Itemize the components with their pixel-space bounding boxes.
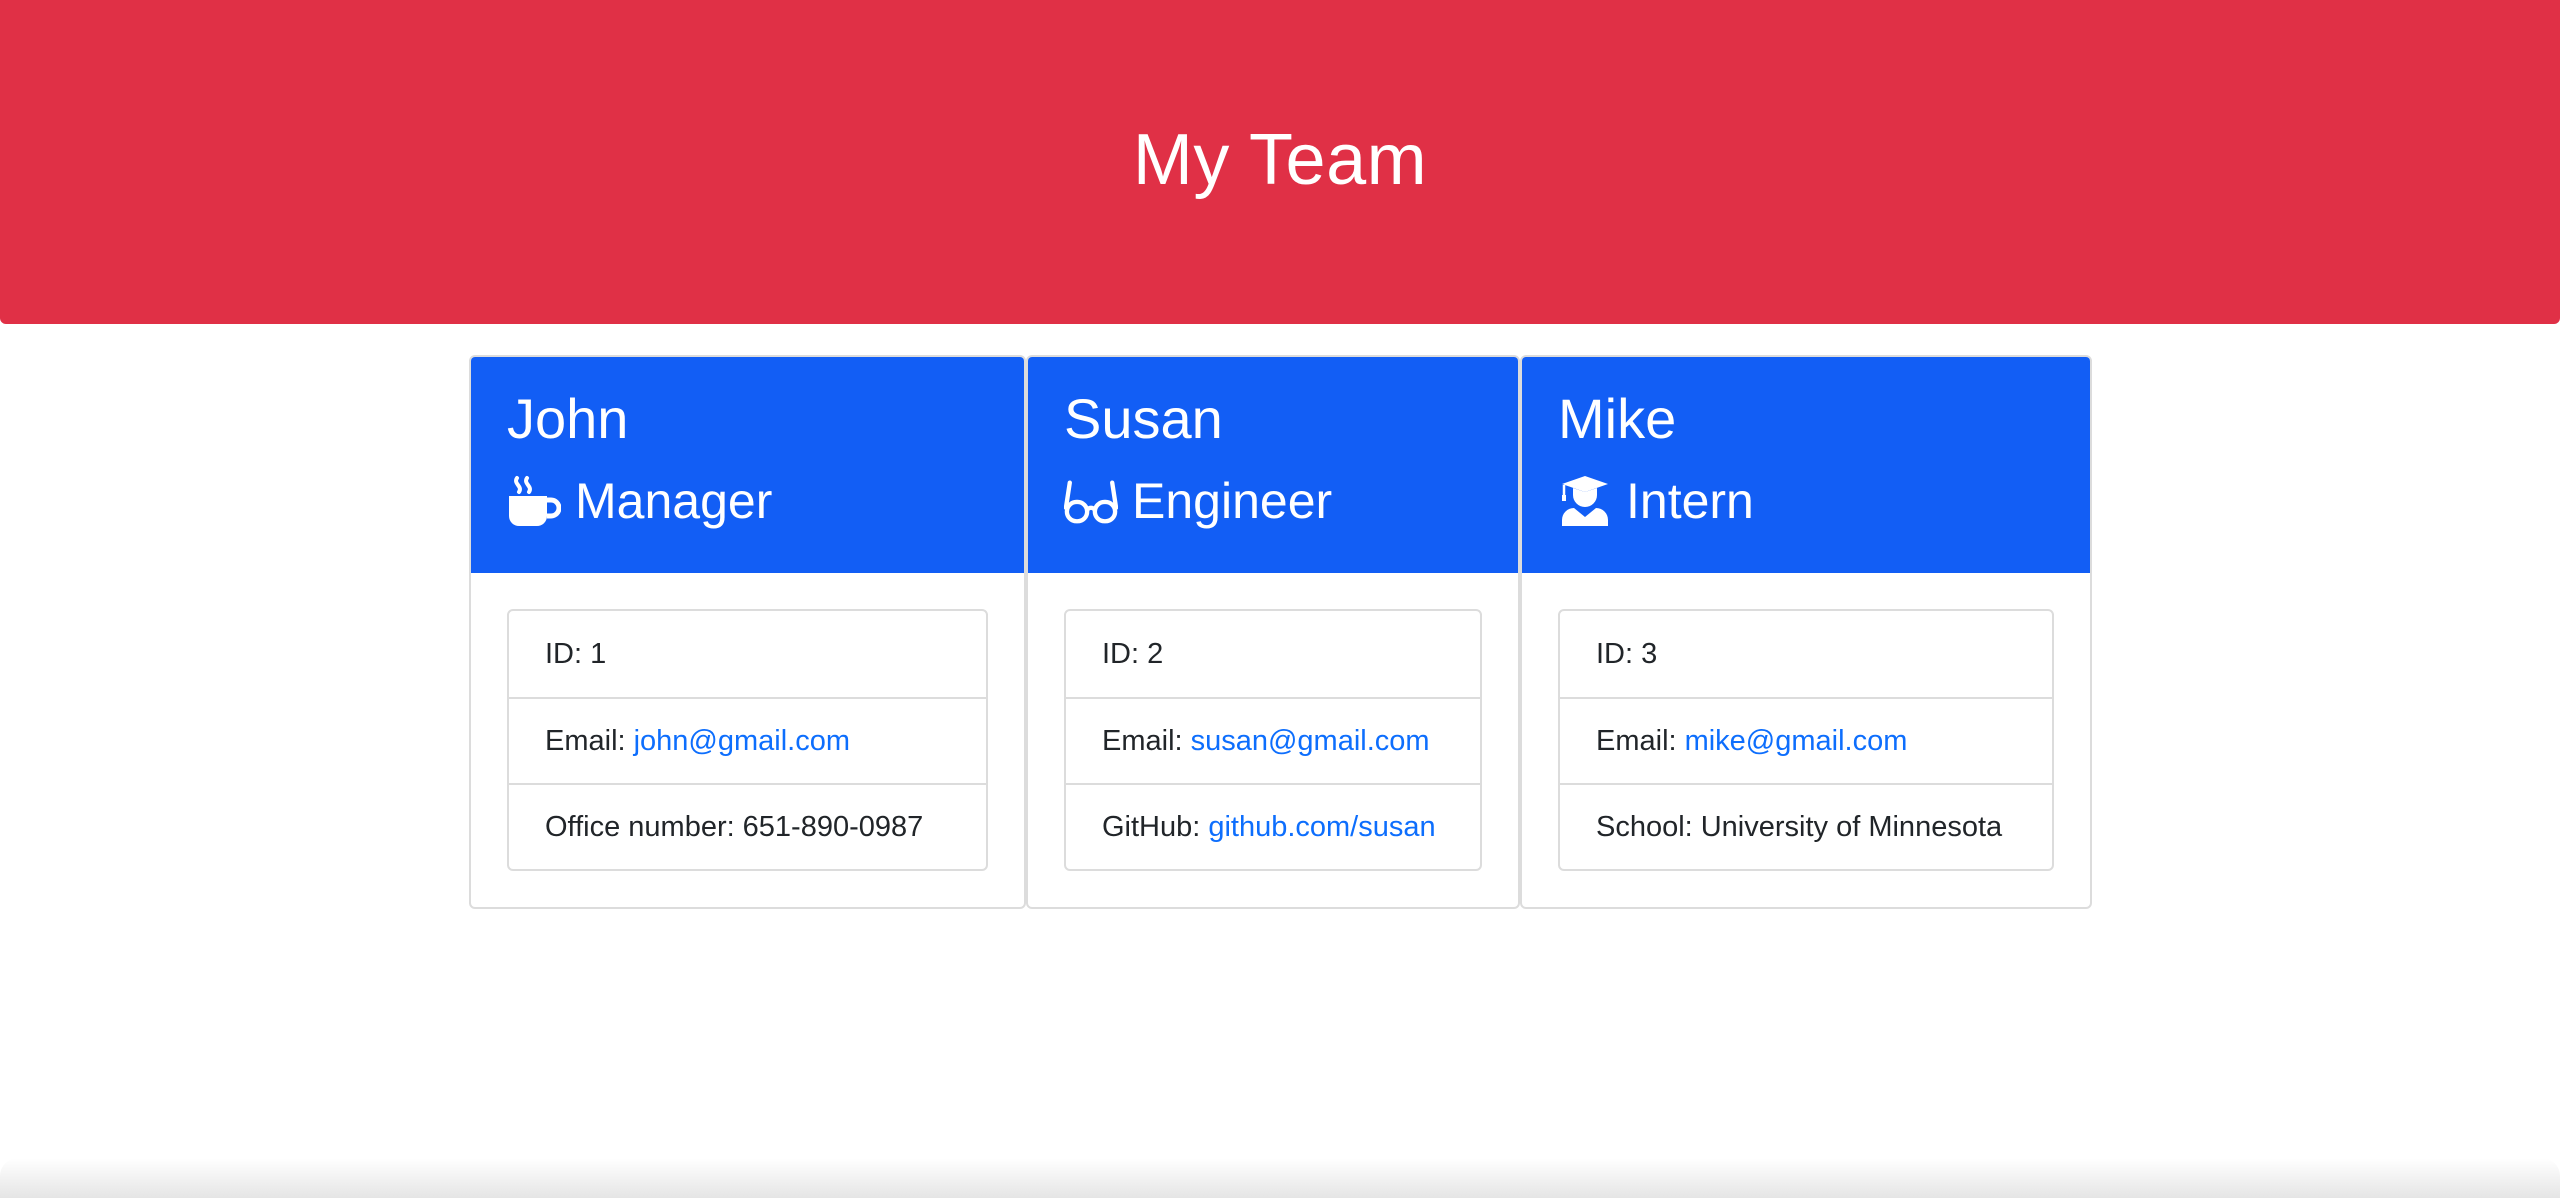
role-label: Intern xyxy=(1626,473,1754,529)
employee-role: Manager xyxy=(507,465,1024,537)
card-body: ID: 3 Email: mike@gmail.com School: Univ… xyxy=(1522,573,2090,871)
header-banner: My Team xyxy=(0,0,2560,324)
office-number-label: Office number: xyxy=(545,810,735,843)
github-row: GitHub: github.com/susan xyxy=(1066,783,1480,869)
employee-role: Intern xyxy=(1558,465,2090,537)
id-label: ID: xyxy=(1102,637,1140,670)
school-value: University of Minnesota xyxy=(1700,810,2003,843)
school-row: School: University of Minnesota xyxy=(1560,783,2052,869)
id-row: ID: 1 xyxy=(509,611,986,697)
email-row: Email: john@gmail.com xyxy=(509,697,986,783)
id-row: ID: 3 xyxy=(1560,611,2052,697)
info-list: ID: 2 Email: susan@gmail.com GitHub: git… xyxy=(1064,609,1482,871)
id-label: ID: xyxy=(1596,637,1634,670)
page-title: My Team xyxy=(1132,120,1428,200)
email-link[interactable]: john@gmail.com xyxy=(634,725,850,758)
page: My Team John Manager ID: 1 Email: john@g… xyxy=(0,0,2560,1198)
office-number-value: 651-890-0987 xyxy=(742,810,924,843)
role-label: Engineer xyxy=(1132,473,1333,529)
card-body: ID: 1 Email: john@gmail.com Office numbe… xyxy=(471,573,1024,871)
email-label: Email: xyxy=(545,724,626,757)
id-value: 2 xyxy=(1147,637,1164,670)
email-label: Email: xyxy=(1596,724,1677,757)
employee-card-engineer: Susan Engineer ID: 2 Email: susan@gmail.… xyxy=(1026,355,1520,909)
employee-card-manager: John Manager ID: 1 Email: john@gmail.com… xyxy=(469,355,1026,909)
id-value: 3 xyxy=(1641,637,1658,670)
github-link[interactable]: github.com/susan xyxy=(1208,811,1435,844)
employee-name: Susan xyxy=(1064,387,1223,450)
info-list: ID: 3 Email: mike@gmail.com School: Univ… xyxy=(1558,609,2054,871)
card-header: Susan Engineer xyxy=(1028,357,1518,573)
graduate-icon xyxy=(1558,474,1612,528)
id-label: ID: xyxy=(545,637,583,670)
id-value: 1 xyxy=(590,637,607,670)
office-number-row: Office number: 651-890-0987 xyxy=(509,783,986,869)
email-link[interactable]: mike@gmail.com xyxy=(1685,725,1908,758)
card-header: Mike Intern xyxy=(1522,357,2090,573)
email-row: Email: mike@gmail.com xyxy=(1560,697,2052,783)
id-row: ID: 2 xyxy=(1066,611,1480,697)
info-list: ID: 1 Email: john@gmail.com Office numbe… xyxy=(507,609,988,871)
window-bottom-edge xyxy=(0,1158,2560,1198)
card-body: ID: 2 Email: susan@gmail.com GitHub: git… xyxy=(1028,573,1518,871)
school-label: School: xyxy=(1596,810,1693,843)
email-row: Email: susan@gmail.com xyxy=(1066,697,1480,783)
email-label: Email: xyxy=(1102,724,1183,757)
glasses-icon xyxy=(1064,474,1118,528)
coffee-mug-icon xyxy=(507,474,561,528)
employee-role: Engineer xyxy=(1064,465,1518,537)
github-label: GitHub: xyxy=(1102,810,1201,843)
employee-name: Mike xyxy=(1558,387,1677,450)
role-label: Manager xyxy=(575,473,773,529)
email-link[interactable]: susan@gmail.com xyxy=(1191,725,1430,758)
card-header: John Manager xyxy=(471,357,1024,573)
employee-card-intern: Mike Intern ID: 3 Email: mike@gmail.com … xyxy=(1520,355,2092,909)
employee-name: John xyxy=(507,387,629,450)
